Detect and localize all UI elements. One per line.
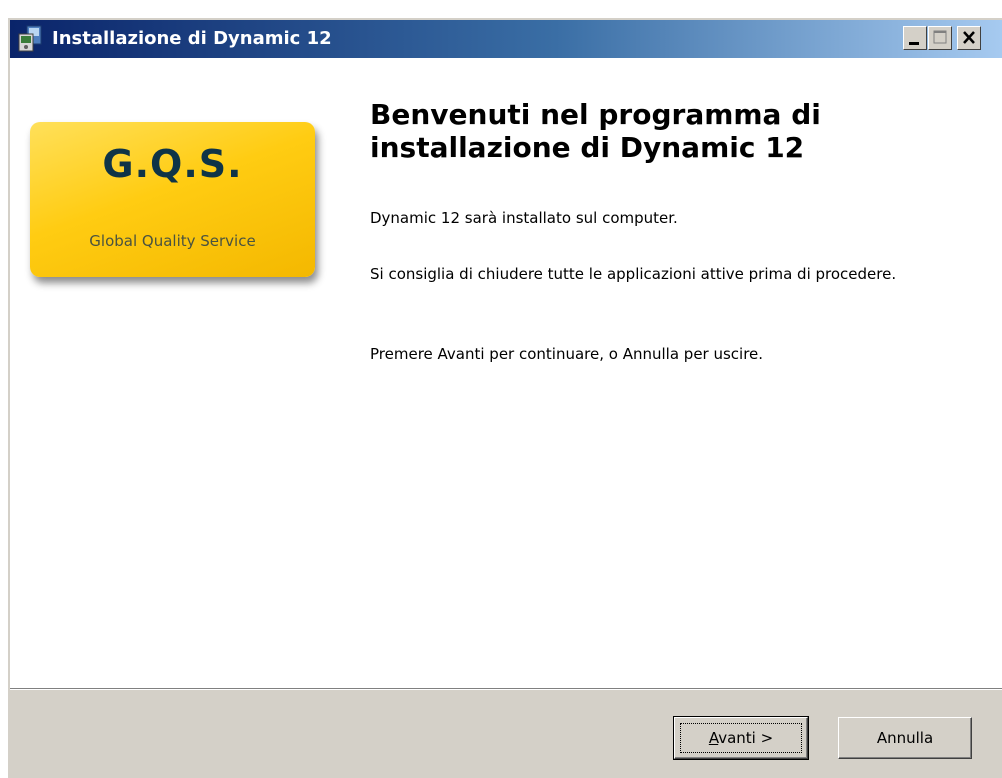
- welcome-panel: G.Q.S. Global Quality Service Benvenuti …: [10, 58, 1002, 688]
- button-bar: Avanti > Annulla: [10, 690, 1002, 778]
- next-button-label: Avanti >: [709, 729, 773, 747]
- minimize-button[interactable]: [903, 26, 927, 50]
- installer-app-icon: [18, 25, 42, 52]
- intro-text: Dynamic 12 sarà installato sul computer.: [370, 209, 678, 227]
- page-title: Benvenuti nel programma di installazione…: [370, 98, 821, 164]
- gqs-logo: G.Q.S. Global Quality Service: [30, 122, 315, 277]
- cancel-button[interactable]: Annulla: [838, 717, 972, 759]
- next-button[interactable]: Avanti >: [673, 716, 809, 760]
- next-label-rest: vanti >: [718, 729, 774, 747]
- minimize-icon: [909, 42, 919, 45]
- close-apps-text: Si consiglia di chiudere tutte le applic…: [370, 265, 897, 283]
- logo-subtitle: Global Quality Service: [89, 232, 256, 250]
- window-title: Installazione di Dynamic 12: [52, 28, 332, 49]
- logo-title: G.Q.S.: [102, 142, 243, 186]
- close-icon: [963, 31, 975, 44]
- next-accelerator: A: [708, 729, 719, 747]
- maximize-icon: [933, 30, 947, 44]
- title-bar[interactable]: Installazione di Dynamic 12: [10, 20, 1002, 58]
- instructions-text: Premere Avanti per continuare, o Annulla…: [370, 345, 764, 363]
- installer-window: Installazione di Dynamic 12 G.Q.S. Globa…: [8, 18, 1002, 778]
- close-button[interactable]: [957, 26, 981, 50]
- maximize-button[interactable]: [928, 26, 952, 50]
